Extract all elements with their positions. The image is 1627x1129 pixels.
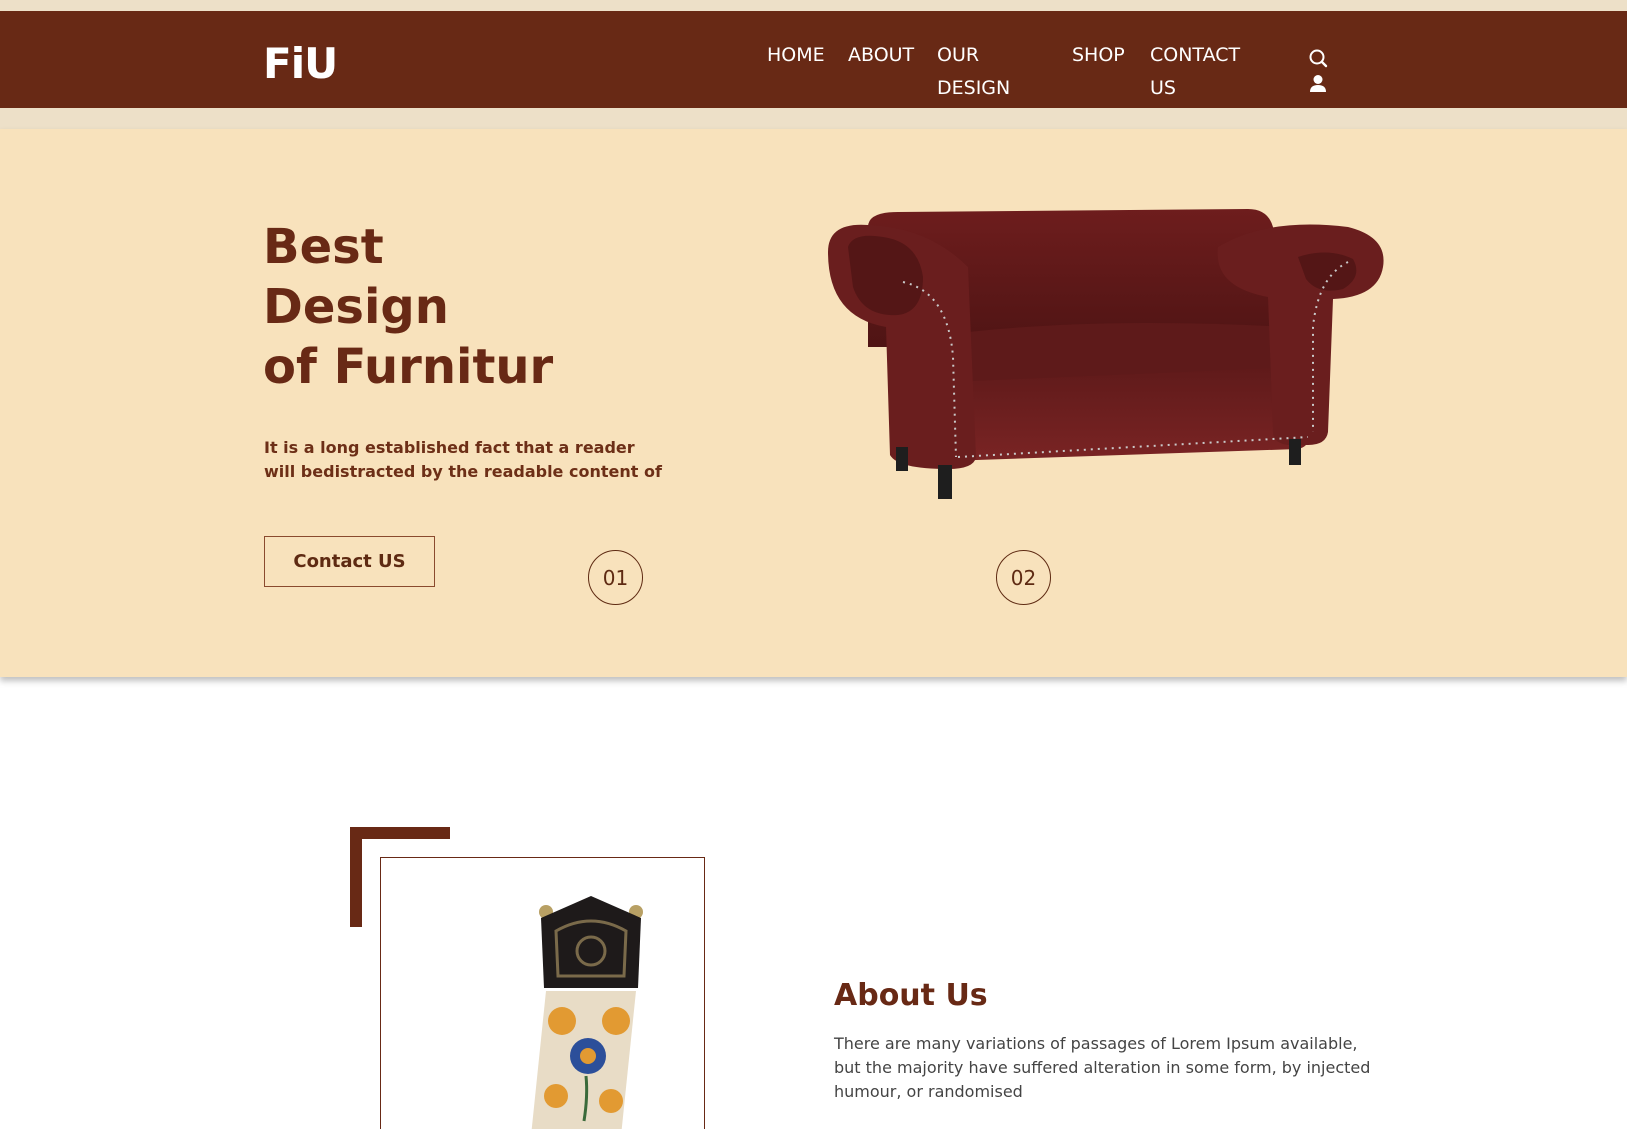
decorative-furniture-image: [531, 896, 643, 1129]
slide-indicator-02[interactable]: 02: [996, 550, 1051, 605]
search-icon[interactable]: [1307, 47, 1329, 69]
hero-title-line-2: Design: [263, 279, 449, 335]
hero-section: Best Design of Furnitur It is a long est…: [0, 129, 1627, 677]
navbar: FiU HOME ABOUT OUR DESIGN SHOP CONTACT U…: [0, 11, 1627, 108]
top-strip: [0, 0, 1627, 11]
hero-description: It is a long established fact that a rea…: [264, 438, 662, 481]
nav-about[interactable]: ABOUT: [848, 39, 914, 72]
hero-title-line-3: of Furnitur: [263, 339, 554, 395]
nav-our-design[interactable]: OUR DESIGN: [937, 39, 1047, 105]
contact-us-button[interactable]: Contact US: [264, 536, 435, 587]
logo[interactable]: FiU: [263, 39, 338, 88]
slide-indicator-01[interactable]: 01: [588, 550, 643, 605]
nav-contact-us[interactable]: CONTACT US: [1150, 39, 1260, 105]
user-icon[interactable]: [1307, 73, 1329, 95]
nav-home[interactable]: HOME: [767, 39, 825, 72]
about-image-frame: [380, 857, 705, 1129]
sofa-image: [828, 209, 1384, 499]
hero-title: Best Design of Furnitur: [263, 217, 553, 397]
nav-shop[interactable]: SHOP: [1072, 39, 1125, 72]
header-bottom-strip: [0, 108, 1627, 129]
about-title: About Us: [834, 978, 988, 1013]
about-description: There are many variations of passages of…: [834, 1034, 1371, 1101]
hero-title-line-1: Best: [263, 219, 384, 275]
